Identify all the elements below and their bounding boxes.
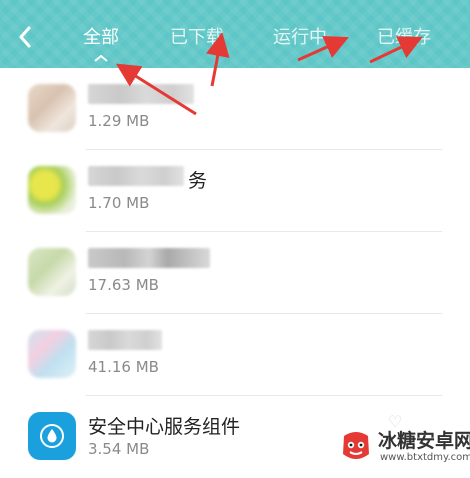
app-name-blurred (88, 84, 194, 104)
app-size: 17.63 MB (88, 276, 159, 294)
app-name-blurred (88, 166, 184, 186)
back-button[interactable] (10, 22, 40, 52)
tab-downloaded[interactable]: 已下载 (170, 26, 224, 56)
app-size: 1.29 MB (88, 112, 150, 130)
active-tab-indicator (94, 54, 108, 62)
app-name-partial: 务 (188, 170, 208, 192)
tab-all[interactable]: 全部 (83, 26, 119, 56)
app-list-item[interactable]: 务 1.70 MB (0, 150, 470, 232)
app-size: 1.70 MB (88, 194, 150, 212)
app-list-item[interactable]: 17.63 MB (0, 232, 470, 314)
app-name: 安全中心服务组件 (88, 416, 241, 438)
top-tab-bar: 全部 已下载 运行中 已缓存 (0, 0, 470, 68)
app-icon-blurred (28, 166, 76, 214)
back-arrow-icon (19, 26, 31, 48)
app-icon-blurred (28, 330, 76, 378)
app-icon-blurred (28, 248, 76, 296)
tab-cached[interactable]: 已缓存 (377, 26, 431, 56)
water-drop-icon (40, 424, 64, 448)
watermark-url: www.btxtdmy.com (380, 452, 470, 463)
security-center-icon (28, 412, 76, 460)
tab-running[interactable]: 运行中 (273, 26, 327, 56)
app-name-blurred (88, 330, 162, 350)
app-list-item[interactable]: 41.16 MB (0, 314, 470, 396)
watermark-logo-icon (343, 432, 369, 459)
app-list-item[interactable]: 1.29 MB (0, 68, 470, 150)
app-icon-blurred (28, 84, 76, 132)
app-name-blurred (88, 248, 210, 268)
watermark-title: 冰糖安卓网 (378, 430, 470, 452)
app-size: 3.54 MB (88, 440, 150, 458)
watermark: 冰糖安卓网 www.btxtdmy.com (334, 424, 470, 469)
app-size: 41.16 MB (88, 358, 159, 376)
